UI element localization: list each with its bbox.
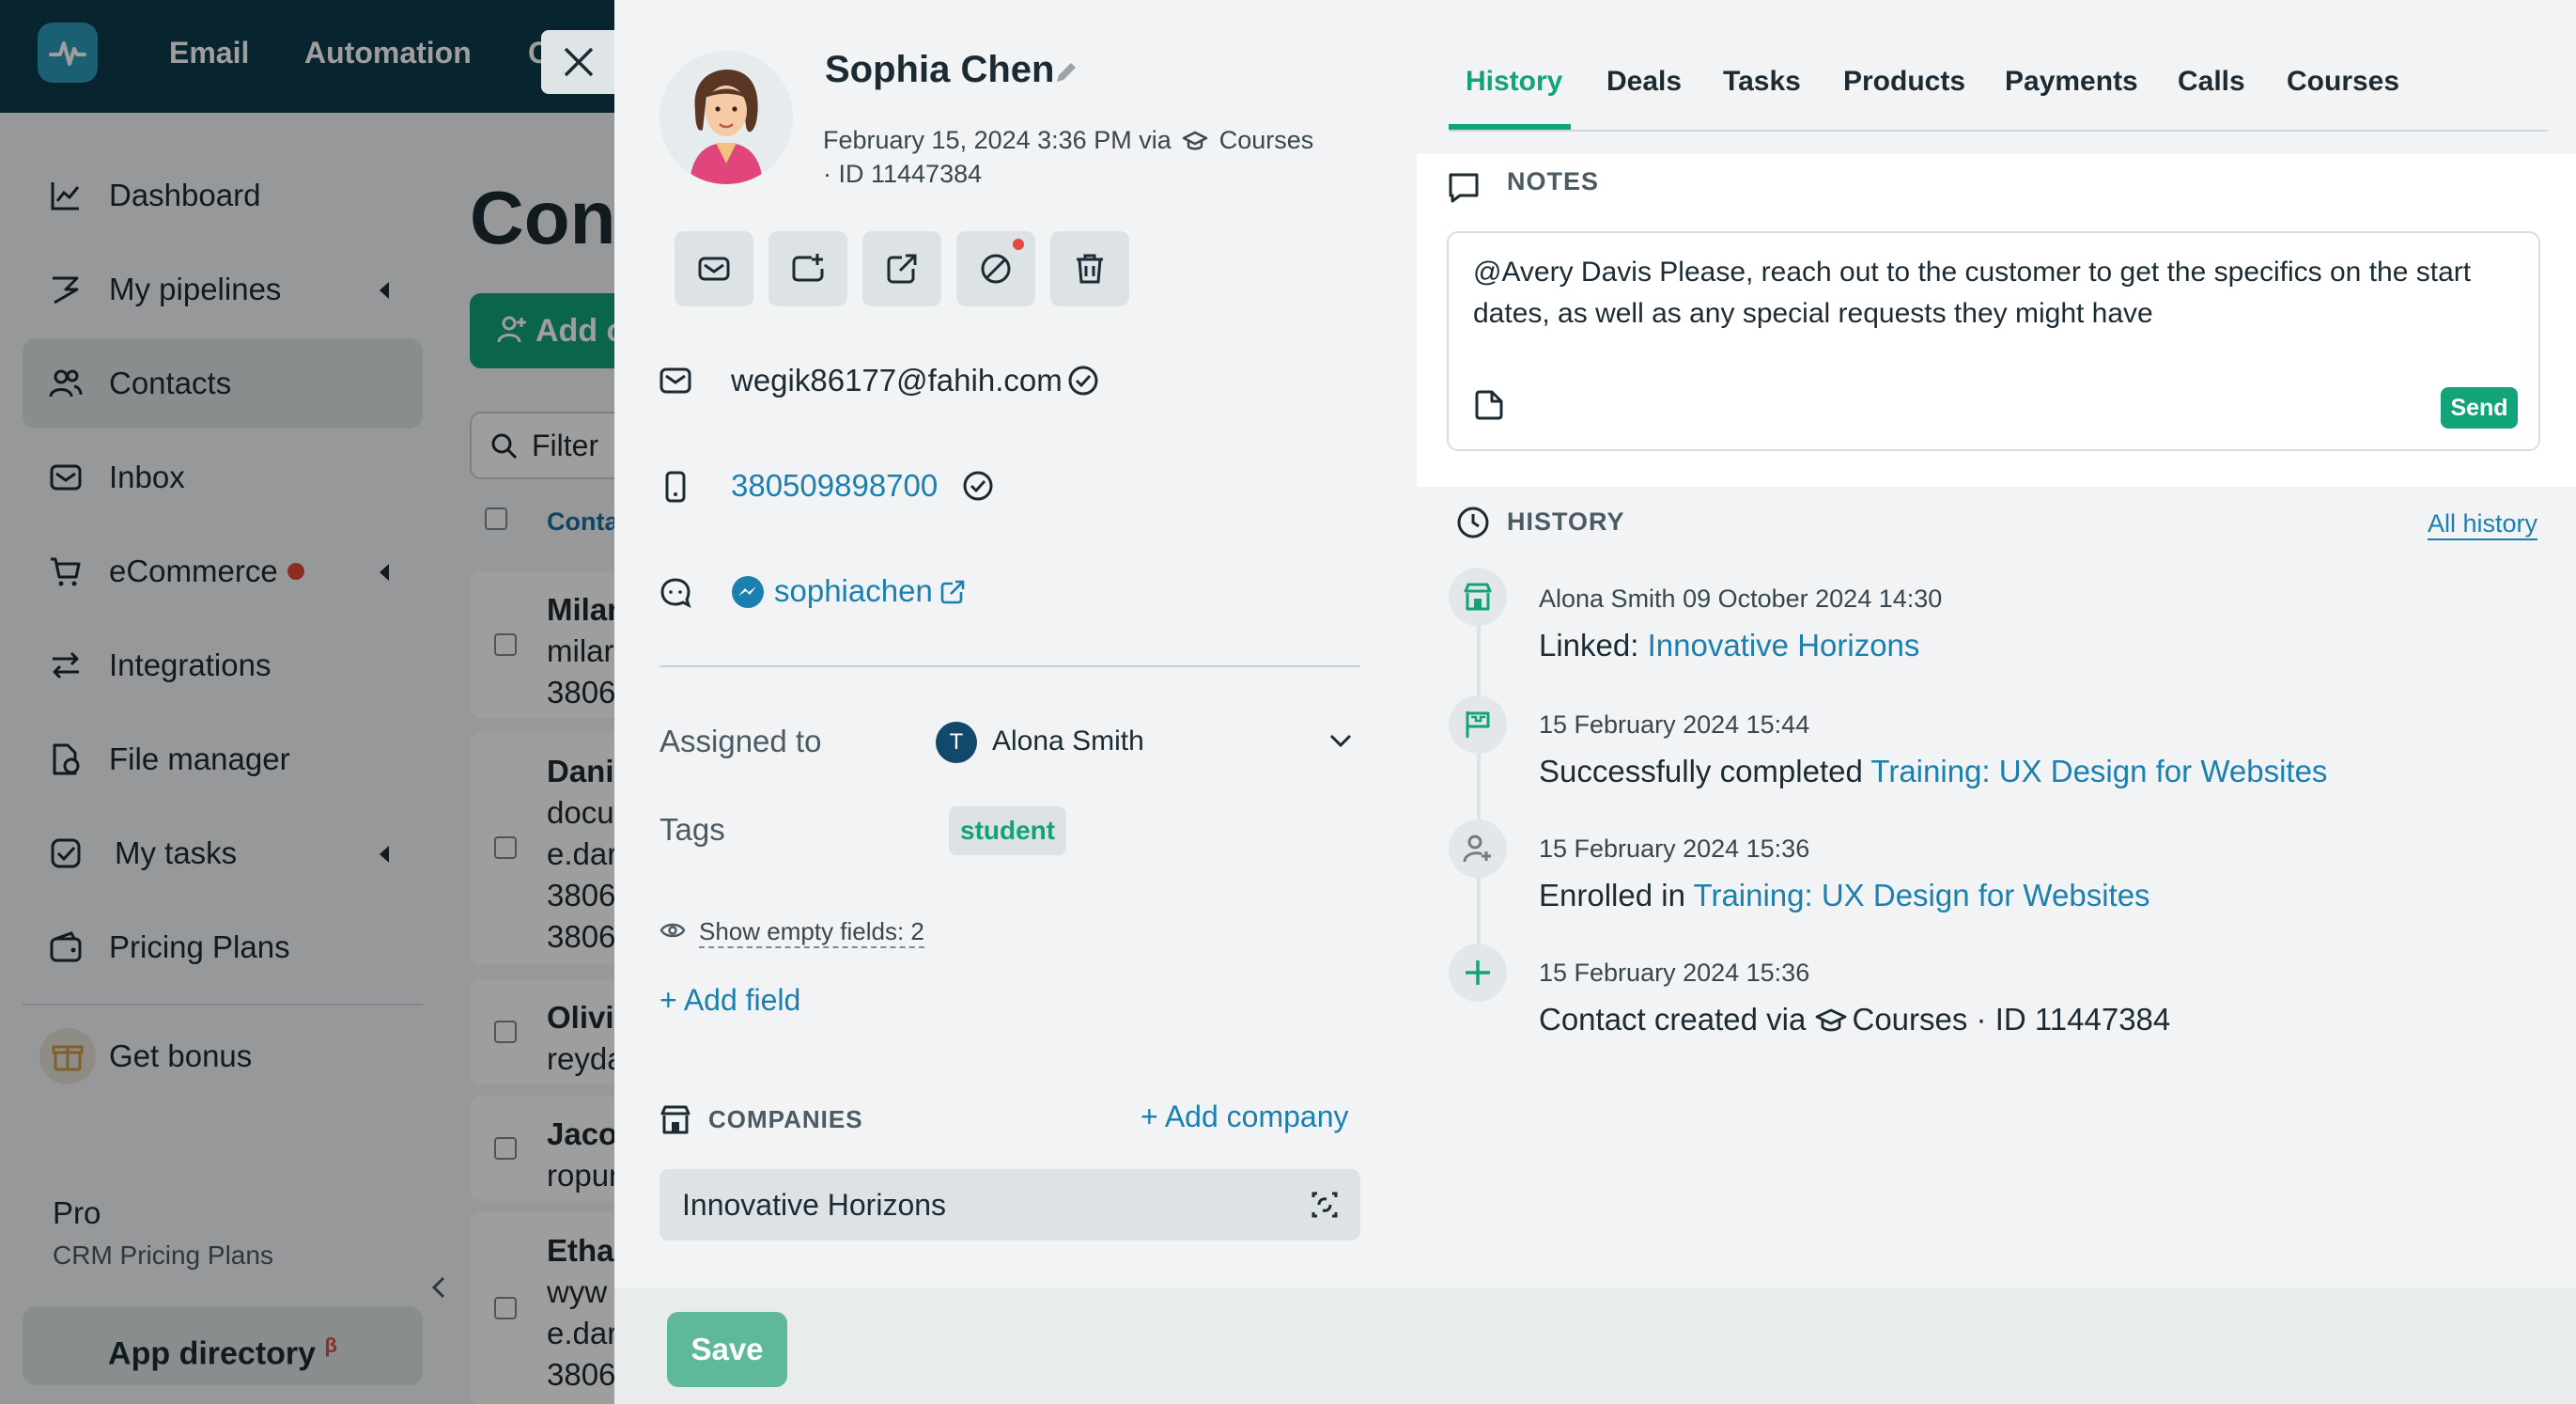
history-text: Linked: [1539,628,1648,663]
mail-icon [660,367,691,394]
tab-deals[interactable]: Deals [1606,66,1682,98]
company-name: Innovative Horizons [682,1188,947,1222]
avatar [660,51,793,184]
delete-contact-button[interactable] [1050,231,1129,306]
pencil-icon[interactable] [1052,58,1080,86]
add-to-list-button[interactable] [768,231,847,306]
timeline-dot [1449,819,1507,878]
history-entry: Enrolled in Training: UX Design for Webs… [1539,878,2150,913]
history-meta: 15 February 2024 15:44 [1539,710,1810,739]
company-item[interactable]: Innovative Horizons [660,1169,1360,1240]
tab-products[interactable]: Products [1843,66,1965,98]
history-text: Contact created via [1539,1002,1815,1037]
trash-icon [1077,254,1103,284]
timeline-dot [1449,695,1507,754]
tab-courses[interactable]: Courses [2287,66,2399,98]
created-source: Courses [1218,126,1314,154]
history-text: Successfully completed [1539,754,1871,788]
history-meta: 15 February 2024 15:36 [1539,959,1810,987]
tag-chip[interactable]: student [949,806,1067,855]
timeline-dot [1449,944,1507,1002]
open-external-button[interactable] [862,231,941,306]
assigned-label: Assigned to [660,724,822,758]
attachment-icon[interactable] [1473,389,1505,421]
unlink-icon[interactable] [1308,1188,1342,1222]
email-field[interactable]: wegik86177@fahih.com [731,363,1063,398]
timeline-line [1477,598,1481,955]
history-entry: Linked: Innovative Horizons [1539,628,1919,663]
contact-id: · ID 11447384 [823,160,983,188]
tab-history[interactable]: History [1466,66,1562,98]
tabs-divider [1449,130,2548,132]
history-text: Enrolled in [1539,878,1694,913]
close-panel-button[interactable] [541,30,616,94]
history-entry: Contact created via Courses · ID 1144738… [1539,1002,2170,1037]
contact-panel: Sophia Chen February 15, 2024 3:36 PM vi… [614,0,2576,1404]
verified-icon [1068,366,1098,396]
history-title: HISTORY [1507,507,1625,536]
graduation-cap-icon [1183,131,1208,150]
chat-icon [660,578,691,608]
external-link-icon[interactable] [939,579,966,605]
tags-label: Tags [660,812,725,847]
history-entry: Successfully completed Training: UX Desi… [1539,754,2327,789]
chevron-down-icon[interactable] [1328,733,1353,748]
add-message-icon [792,254,824,282]
companies-title: COMPANIES [708,1105,863,1133]
notes-card: NOTES @Avery Davis Please, reach out to … [1417,154,2576,487]
block-contact-button[interactable] [956,231,1035,306]
close-icon [564,47,594,77]
store-icon [1464,583,1492,611]
notes-title: NOTES [1507,167,1600,195]
history-link[interactable]: Innovative Horizons [1648,628,1920,663]
flag-icon [1466,711,1490,738]
assignee-avatar: T [936,722,977,763]
phone-icon [665,471,686,503]
tab-payments[interactable]: Payments [2005,66,2138,98]
comment-icon [1449,173,1479,203]
save-bar: Save [614,1287,2576,1404]
active-tab-indicator [1449,124,1571,130]
phone-field[interactable]: 380509898700 [731,468,938,504]
tab-calls[interactable]: Calls [2178,66,2245,98]
eye-icon [660,923,686,938]
send-note-button[interactable]: Send [2441,387,2518,429]
history-meta: Alona Smith 09 October 2024 14:30 [1539,585,1943,613]
messenger-field[interactable]: sophiachen [774,573,933,609]
section-divider [660,665,1360,667]
history-link[interactable]: Training: UX Design for Websites [1694,878,2150,913]
verified-icon [963,471,993,501]
add-company-link[interactable]: + Add company [1141,1100,1348,1134]
store-icon [660,1105,691,1134]
note-text: @Avery Davis Please, reach out to the cu… [1473,257,2472,329]
assignee-select[interactable]: Alona Smith [992,725,1144,757]
graduation-cap-icon [1815,1008,1846,1032]
notification-dot [1013,239,1024,250]
timeline-dot [1449,568,1507,626]
history-text: Courses · ID 11447384 [1852,1002,2171,1037]
history-link[interactable]: Training: UX Design for Websites [1870,754,2327,788]
contact-profile: Sophia Chen February 15, 2024 3:36 PM vi… [614,0,1404,1287]
mail-icon [698,257,730,281]
history-meta: 15 February 2024 15:36 [1539,835,1810,863]
add-field-link[interactable]: + Add field [660,983,800,1018]
send-email-button[interactable] [675,231,753,306]
note-textarea[interactable]: @Avery Davis Please, reach out to the cu… [1447,231,2540,451]
plus-icon [1466,960,1490,985]
created-meta: February 15, 2024 3:36 PM via Courses [823,126,1313,155]
block-icon [981,254,1011,284]
show-empty-fields-link[interactable]: Show empty fields: 2 [699,917,924,948]
all-history-link[interactable]: All history [2428,509,2538,540]
save-button[interactable]: Save [667,1312,787,1387]
clock-icon [1457,507,1489,538]
contact-name: Sophia Chen [825,49,1055,90]
messenger-icon [732,576,764,608]
tab-tasks[interactable]: Tasks [1723,66,1801,98]
external-link-icon [887,254,917,284]
created-date: February 15, 2024 3:36 PM via [823,126,1172,154]
user-add-icon [1463,835,1491,863]
avatar-illustration [660,51,793,184]
